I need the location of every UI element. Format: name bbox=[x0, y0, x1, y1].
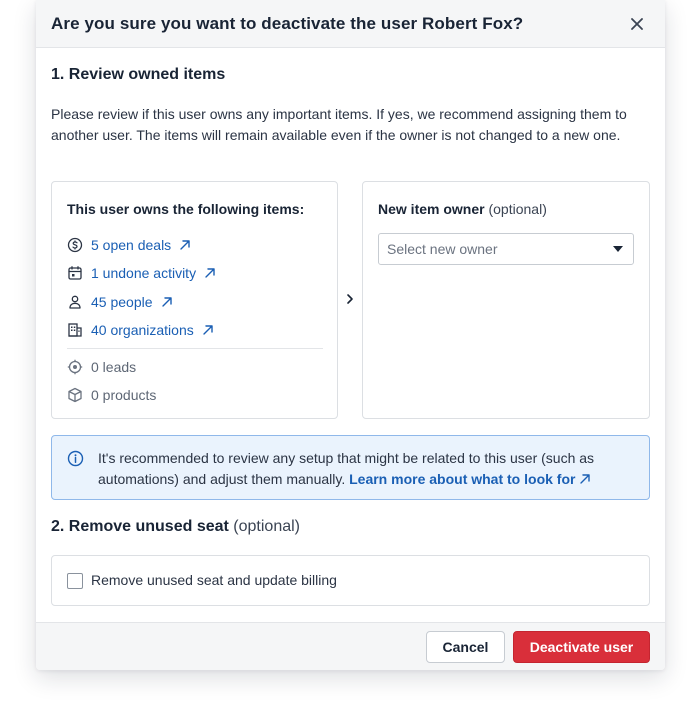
chevron-right-icon bbox=[347, 294, 353, 304]
info-icon bbox=[67, 450, 84, 467]
calendar-icon bbox=[67, 265, 83, 281]
owned-item-organizations[interactable]: 40 organizations bbox=[67, 320, 214, 340]
owned-item-leads: 0 leads bbox=[67, 357, 136, 377]
remove-seat-label[interactable]: Remove unused seat and update billing bbox=[91, 572, 337, 588]
person-icon bbox=[67, 294, 83, 310]
owned-item-label: 1 undone activity bbox=[91, 265, 197, 281]
owned-items-panel: This user owns the following items: 5 op… bbox=[51, 181, 338, 419]
owned-item-label: 40 organizations bbox=[91, 322, 194, 338]
owned-item-deals[interactable]: 5 open deals bbox=[67, 235, 191, 255]
items-divider bbox=[67, 348, 323, 349]
new-owner-title: New item owner (optional) bbox=[378, 201, 547, 217]
target-icon bbox=[67, 359, 83, 375]
external-link-icon bbox=[161, 296, 173, 308]
external-link-icon bbox=[179, 239, 191, 251]
new-owner-panel: New item owner (optional) Select new own… bbox=[362, 181, 650, 419]
section-review-title: 1. Review owned items bbox=[51, 66, 226, 83]
owned-item-label: 5 open deals bbox=[91, 237, 172, 253]
owned-item-label: 0 products bbox=[91, 387, 157, 403]
learn-more-link[interactable]: Learn more about what to look for bbox=[349, 471, 591, 487]
close-icon bbox=[631, 18, 643, 30]
dialog-header: Are you sure you want to deactivate the … bbox=[36, 0, 665, 48]
review-description: Please review if this user owns any impo… bbox=[51, 106, 627, 143]
dollar-circle-icon bbox=[67, 237, 83, 253]
cancel-button[interactable]: Cancel bbox=[426, 631, 505, 663]
owned-item-activities[interactable]: 1 undone activity bbox=[67, 263, 216, 283]
building-icon bbox=[67, 322, 83, 338]
owned-item-label: 0 leads bbox=[91, 359, 137, 375]
owned-item-label: 45 people bbox=[91, 294, 153, 310]
remove-seat-checkbox[interactable] bbox=[67, 573, 83, 589]
owned-item-people[interactable]: 45 people bbox=[67, 292, 173, 312]
external-link-icon bbox=[204, 267, 216, 279]
info-notice: It's recommended to review any setup tha… bbox=[51, 435, 650, 500]
info-text: It's recommended to review any setup tha… bbox=[98, 450, 595, 487]
remove-seat-box: Remove unused seat and update billing bbox=[51, 555, 650, 606]
select-placeholder: Select new owner bbox=[387, 241, 498, 257]
section-seat-title: 2. Remove unused seat (optional) bbox=[51, 518, 300, 535]
deactivate-user-dialog: Are you sure you want to deactivate the … bbox=[36, 0, 665, 670]
close-button[interactable] bbox=[627, 14, 647, 34]
external-link-icon bbox=[580, 474, 591, 484]
new-owner-select[interactable]: Select new owner bbox=[378, 233, 634, 265]
owned-items-title: This user owns the following items: bbox=[67, 201, 305, 217]
dialog-footer: Cancel Deactivate user bbox=[36, 622, 665, 670]
deactivate-user-button[interactable]: Deactivate user bbox=[513, 631, 650, 663]
owned-item-products: 0 products bbox=[67, 385, 156, 405]
caret-down-icon bbox=[613, 246, 623, 252]
box-icon bbox=[67, 387, 83, 403]
external-link-icon bbox=[202, 324, 214, 336]
dialog-title: Are you sure you want to deactivate the … bbox=[51, 14, 524, 33]
